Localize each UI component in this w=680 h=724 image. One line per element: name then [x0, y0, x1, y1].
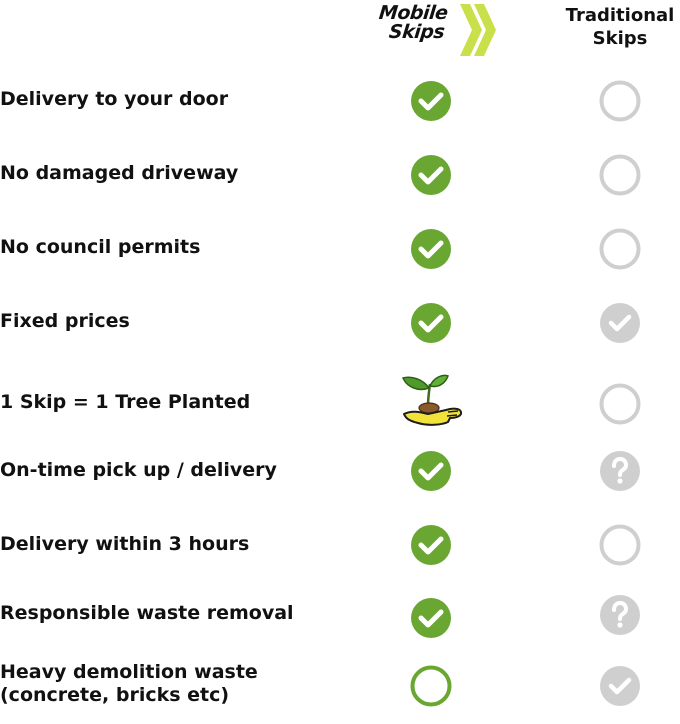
logo-line2: Skips	[387, 21, 446, 43]
empty-grey-circle-icon	[598, 227, 642, 271]
row-label: 1 Skip = 1 Tree Planted	[0, 391, 251, 413]
row-label: No damaged driveway	[0, 162, 239, 184]
green-check-icon	[409, 449, 453, 493]
grey-check-icon	[598, 664, 642, 708]
row-label: Fixed prices	[0, 310, 130, 332]
row-label: No council permits	[0, 236, 201, 258]
logo-wordmark: Mobile Skips	[376, 2, 449, 43]
empty-grey-circle-icon	[598, 79, 642, 123]
row-label-line1: Heavy demolition waste	[0, 661, 258, 683]
green-check-icon	[409, 596, 453, 640]
grey-check-icon	[598, 301, 642, 345]
empty-green-circle-icon	[409, 664, 453, 708]
row-label: Delivery to your door	[0, 88, 229, 110]
green-check-icon	[409, 301, 453, 345]
green-check-icon	[409, 79, 453, 123]
grey-question-icon	[598, 449, 642, 493]
empty-grey-circle-icon	[598, 153, 642, 197]
row-label: Delivery within 3 hours	[0, 533, 250, 555]
traditional-line1: Traditional	[565, 5, 675, 26]
green-check-icon	[409, 227, 453, 271]
row-label: On-time pick up / delivery	[0, 459, 277, 481]
green-check-icon	[409, 153, 453, 197]
traditional-skips-header: Traditional Skips	[556, 4, 680, 50]
row-label: Heavy demolition waste (concrete, bricks…	[0, 661, 258, 707]
mobile-skips-logo: Mobile Skips	[378, 2, 502, 60]
empty-grey-circle-icon	[598, 523, 642, 567]
green-check-icon	[409, 523, 453, 567]
row-label: Responsible waste removal	[0, 602, 294, 624]
traditional-line2: Skips	[592, 28, 648, 49]
row-label-line2: (concrete, bricks etc)	[0, 684, 230, 706]
grey-question-icon	[598, 593, 642, 637]
plant-in-hand-icon	[398, 370, 466, 428]
empty-grey-circle-icon	[598, 382, 642, 426]
double-chevron-icon	[460, 4, 496, 56]
